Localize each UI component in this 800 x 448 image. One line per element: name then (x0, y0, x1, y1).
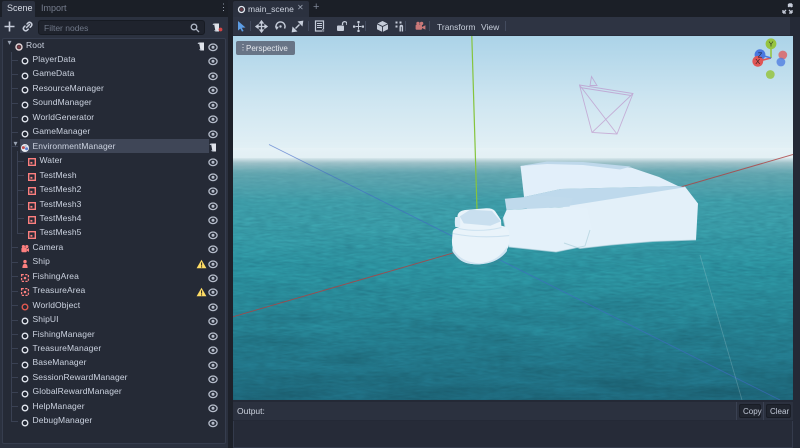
svg-text:X: X (755, 57, 760, 66)
svg-text:Y: Y (768, 40, 773, 49)
